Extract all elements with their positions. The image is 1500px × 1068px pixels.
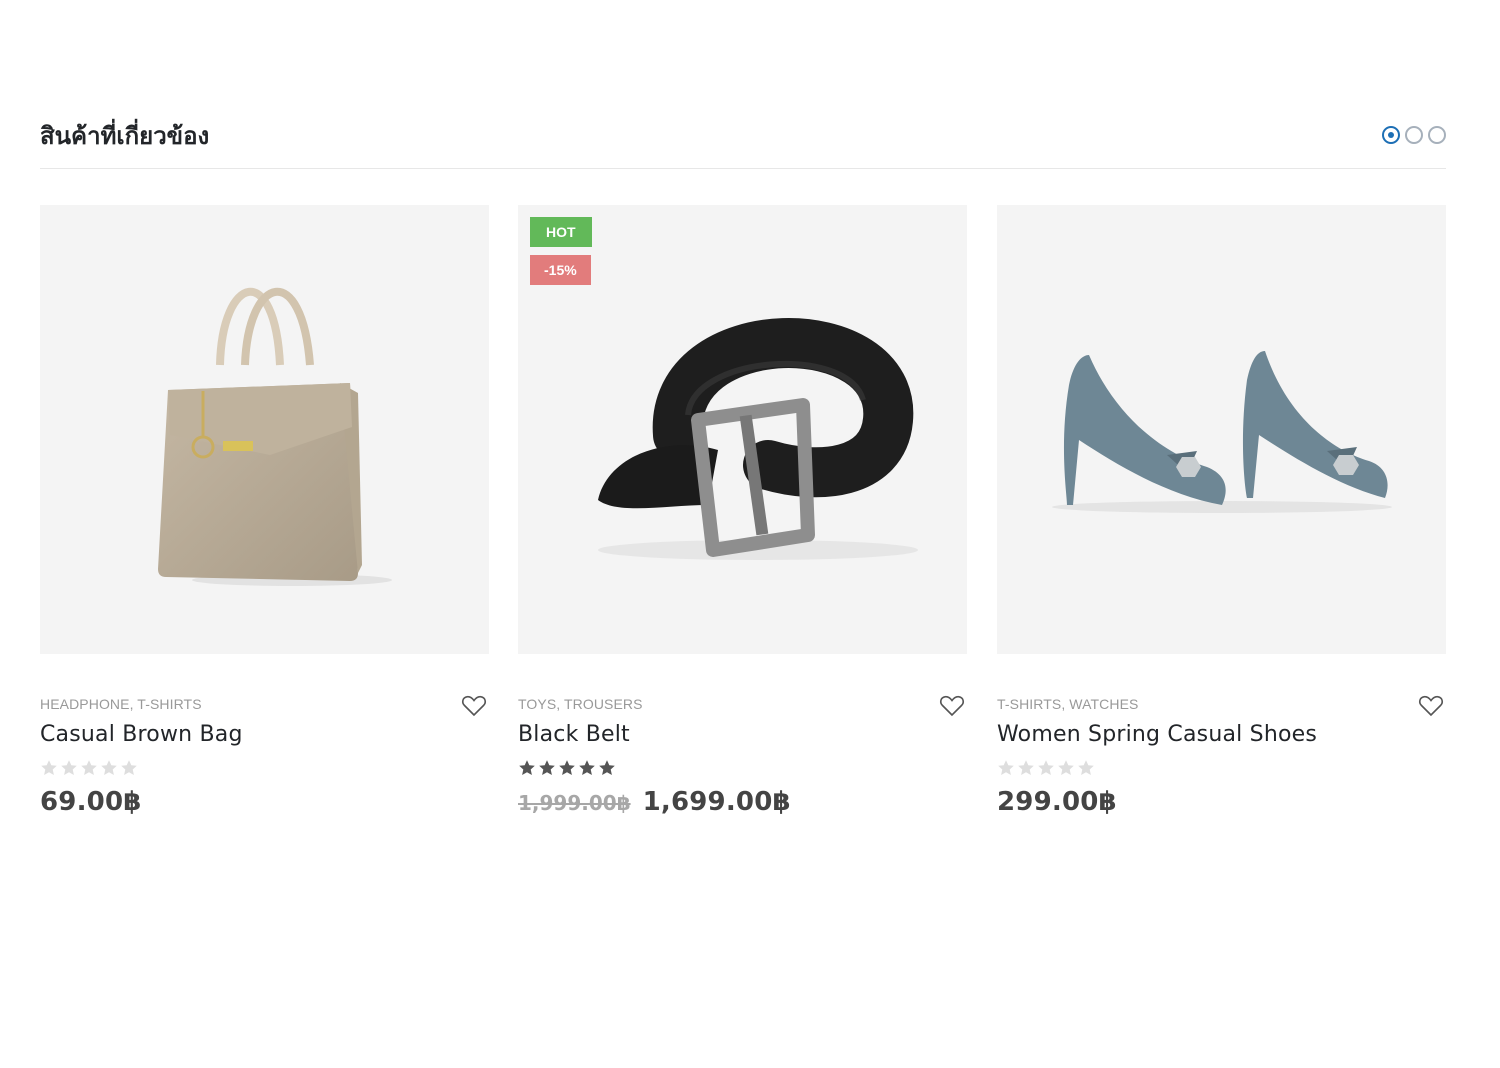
product-card: HOT -15% TOYS, TROUSERS Black Belt 1,999… [518, 205, 967, 817]
rating-stars [518, 759, 967, 777]
handbag-image [158, 287, 392, 586]
star-icon [101, 760, 117, 775]
star-icon [1018, 760, 1034, 775]
star-icon [1078, 760, 1094, 775]
rating-stars [40, 759, 489, 777]
star-icon [41, 760, 57, 775]
current-price: 69.00฿ [40, 787, 142, 817]
star-icon [121, 760, 137, 775]
product-categories[interactable]: HEADPHONE, T-SHIRTS [40, 694, 489, 714]
old-price: 1,999.00฿ [518, 791, 631, 815]
heart-icon[interactable] [939, 694, 965, 718]
current-price: 299.00฿ [997, 787, 1117, 817]
product-name[interactable]: Women Spring Casual Shoes [997, 721, 1446, 749]
product-image-link[interactable]: HOT -15% [518, 205, 967, 654]
star-icon [81, 760, 97, 775]
product-categories[interactable]: TOYS, TROUSERS [518, 694, 967, 714]
star-icon [599, 760, 615, 775]
product-image-link[interactable] [997, 205, 1446, 654]
star-icon [1038, 760, 1054, 775]
high-heels-image [1052, 351, 1392, 513]
star-icon [519, 760, 535, 775]
heart-icon[interactable] [1418, 694, 1444, 718]
product-categories[interactable]: T-SHIRTS, WATCHES [997, 694, 1446, 714]
star-icon [539, 760, 555, 775]
product-price: 1,999.00฿ 1,699.00฿ [518, 787, 967, 817]
heart-icon[interactable] [461, 694, 487, 718]
star-icon [61, 760, 77, 775]
carousel-dot-3[interactable] [1428, 126, 1446, 144]
product-price: 69.00฿ [40, 787, 489, 817]
product-card: HEADPHONE, T-SHIRTS Casual Brown Bag 69.… [40, 205, 489, 817]
title-divider [40, 168, 1446, 169]
product-name[interactable]: Casual Brown Bag [40, 721, 489, 749]
hot-badge: HOT [530, 217, 592, 247]
product-price: 299.00฿ [997, 787, 1446, 817]
carousel-pagination [1382, 126, 1446, 144]
product-card: T-SHIRTS, WATCHES Women Spring Casual Sh… [997, 205, 1446, 817]
section-title: สินค้าที่เกี่ยวข้อง [40, 122, 210, 150]
product-image-link[interactable] [40, 205, 489, 654]
carousel-dot-1[interactable] [1382, 126, 1400, 144]
star-icon [1058, 760, 1074, 775]
star-icon [579, 760, 595, 775]
current-price: 1,699.00฿ [642, 787, 791, 817]
carousel-dot-2[interactable] [1405, 126, 1423, 144]
rating-stars [997, 759, 1446, 777]
star-icon [998, 760, 1014, 775]
product-name[interactable]: Black Belt [518, 721, 967, 749]
star-icon [559, 760, 575, 775]
discount-badge: -15% [530, 255, 591, 285]
